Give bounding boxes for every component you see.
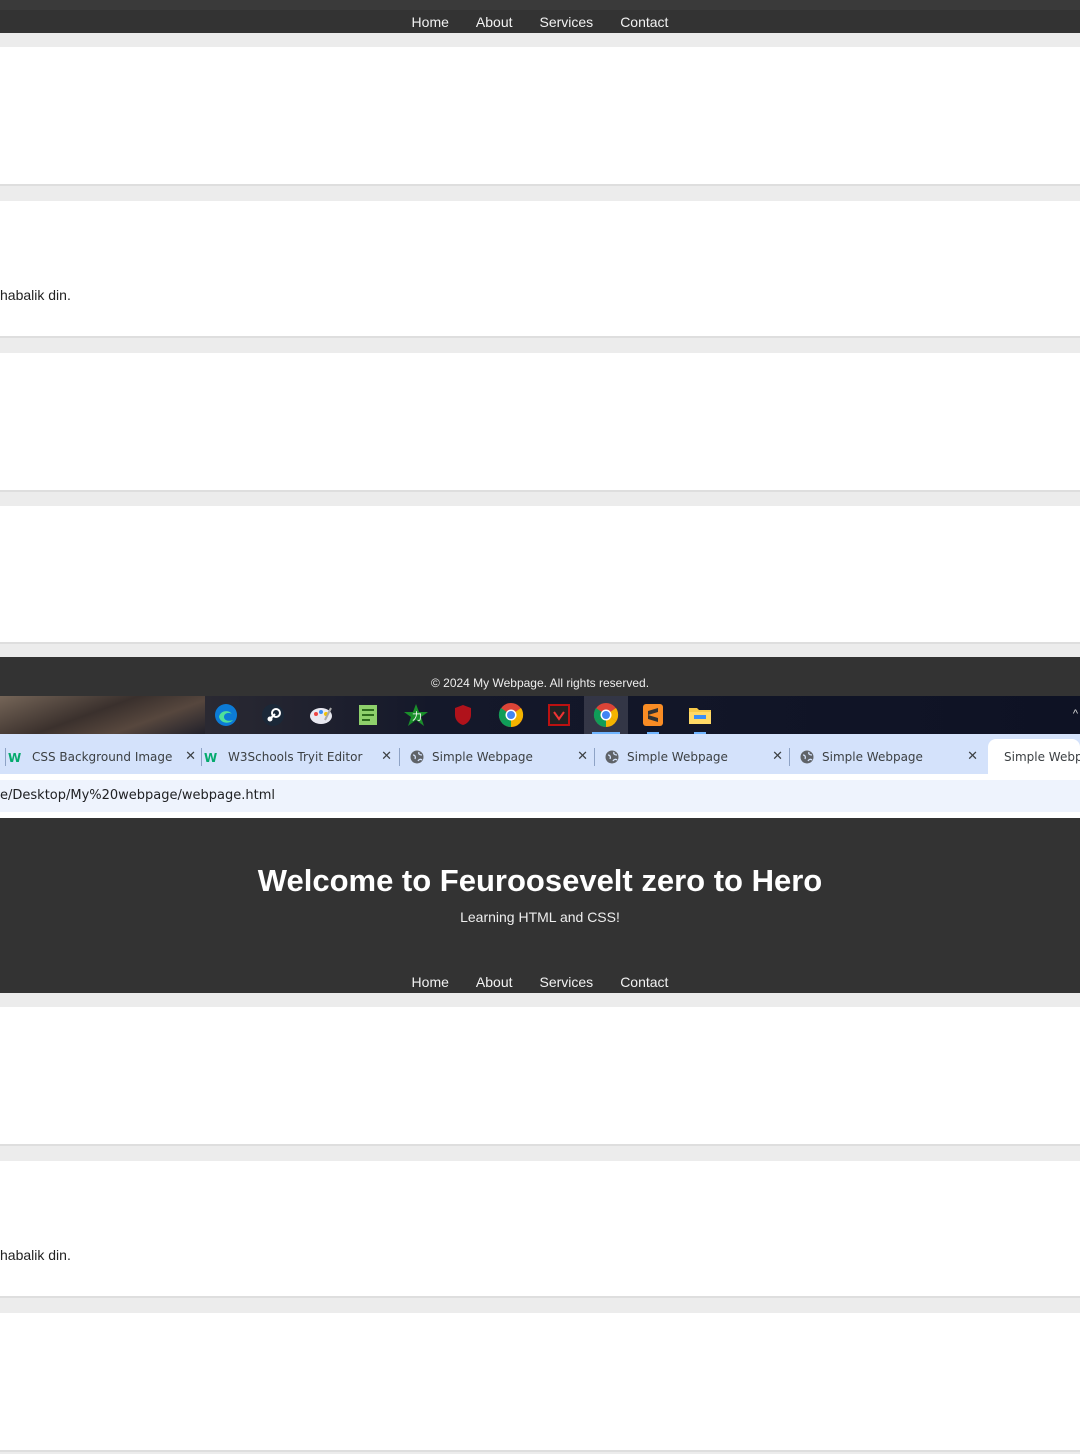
paint-icon[interactable]	[307, 701, 335, 729]
nav-bar: Home About Services Contact	[0, 970, 1080, 993]
w3schools-icon: W	[204, 751, 217, 763]
tab-simple-webpage[interactable]: Simple Webpage ✕	[399, 739, 596, 774]
header-bottom-strip	[0, 0, 1080, 10]
edge-icon[interactable]	[212, 701, 240, 729]
tab-label: CSS Background Image	[32, 749, 173, 764]
section-paragraph: habalik din.	[0, 287, 71, 303]
w3schools-icon: W	[8, 751, 21, 763]
tab-simple-webpage[interactable]: Simple Webpage ✕	[594, 739, 791, 774]
close-icon[interactable]: ✕	[185, 749, 196, 764]
tab-separator	[399, 748, 400, 766]
steam-icon[interactable]	[259, 701, 287, 729]
globe-icon	[800, 750, 814, 763]
content-section: habalik din.	[0, 201, 1080, 338]
app-icon[interactable]	[545, 701, 573, 729]
desktop-wallpaper	[0, 696, 205, 734]
file-explorer-icon[interactable]	[686, 701, 714, 734]
tab-label: Simple Webpage	[627, 749, 728, 764]
nav-services-link[interactable]: Services	[540, 14, 594, 30]
content-section	[0, 1007, 1080, 1146]
tab-simple-webpage[interactable]: Simple Webpage ✕	[789, 739, 986, 774]
globe-icon	[410, 750, 424, 763]
content-section	[0, 506, 1080, 644]
url-text[interactable]: e/Desktop/My%20webpage/webpage.html	[0, 788, 275, 803]
nav-home-link[interactable]: Home	[412, 14, 449, 30]
tab-label: Simple Webpage	[1004, 749, 1080, 764]
chrome-active-icon[interactable]	[584, 696, 628, 734]
browser-tab-bar: W CSS Background Image ✕ W W3Schools Try…	[0, 734, 1080, 774]
section-paragraph: habalik din.	[0, 1247, 71, 1263]
sublime-icon[interactable]	[639, 701, 667, 734]
tab-label: Simple Webpage	[822, 749, 923, 764]
address-bar: e/Desktop/My%20webpage/webpage.html	[0, 774, 1080, 818]
nav-services-link[interactable]: Services	[540, 974, 594, 990]
nav-home-link[interactable]: Home	[412, 974, 449, 990]
svg-text:W: W	[8, 751, 21, 763]
game-icon[interactable]: 力	[402, 701, 430, 729]
tab-label: W3Schools Tryit Editor	[228, 749, 363, 764]
windows-taskbar: 力 ^	[0, 696, 1080, 734]
page-subtitle: Learning HTML and CSS!	[460, 909, 620, 925]
page-header: Welcome to Feuroosevelt zero to Hero Lea…	[0, 818, 1080, 970]
close-icon[interactable]: ✕	[381, 749, 392, 764]
footer-copyright: © 2024 My Webpage. All rights reserved.	[430, 676, 650, 690]
nav-about-link[interactable]: About	[476, 974, 513, 990]
tab-label: Simple Webpage	[432, 749, 533, 764]
shield-icon[interactable]	[449, 701, 477, 729]
tab-w3schools-tryit-editor[interactable]: W W3Schools Tryit Editor ✕	[201, 739, 400, 774]
tab-separator	[789, 748, 790, 766]
tab-separator	[5, 748, 6, 766]
content-section	[0, 47, 1080, 186]
nav-contact-link[interactable]: Contact	[620, 974, 668, 990]
close-icon[interactable]: ✕	[577, 749, 588, 764]
svg-text:力: 力	[412, 710, 422, 723]
chrome-icon[interactable]	[497, 701, 525, 729]
tab-separator	[201, 748, 202, 766]
nav-bar: Home About Services Contact	[0, 10, 1080, 33]
close-icon[interactable]: ✕	[967, 749, 978, 764]
page-footer: © 2024 My Webpage. All rights reserved.	[0, 657, 1080, 696]
tab-separator	[594, 748, 595, 766]
content-section	[0, 1313, 1080, 1452]
nav-about-link[interactable]: About	[476, 14, 513, 30]
svg-text:W: W	[204, 751, 217, 763]
close-icon[interactable]: ✕	[772, 749, 783, 764]
tab-simple-webpage-active[interactable]: Simple Webpage	[988, 739, 1080, 774]
globe-icon	[605, 750, 619, 763]
page-title: Welcome to Feuroosevelt zero to Hero	[257, 863, 823, 898]
notepad-icon[interactable]	[354, 701, 382, 729]
chevron-up-icon[interactable]: ^	[1073, 708, 1078, 720]
tab-css-background-image[interactable]: W CSS Background Image ✕	[5, 739, 204, 774]
content-section	[0, 353, 1080, 492]
nav-contact-link[interactable]: Contact	[620, 14, 668, 30]
content-section: habalik din.	[0, 1161, 1080, 1298]
